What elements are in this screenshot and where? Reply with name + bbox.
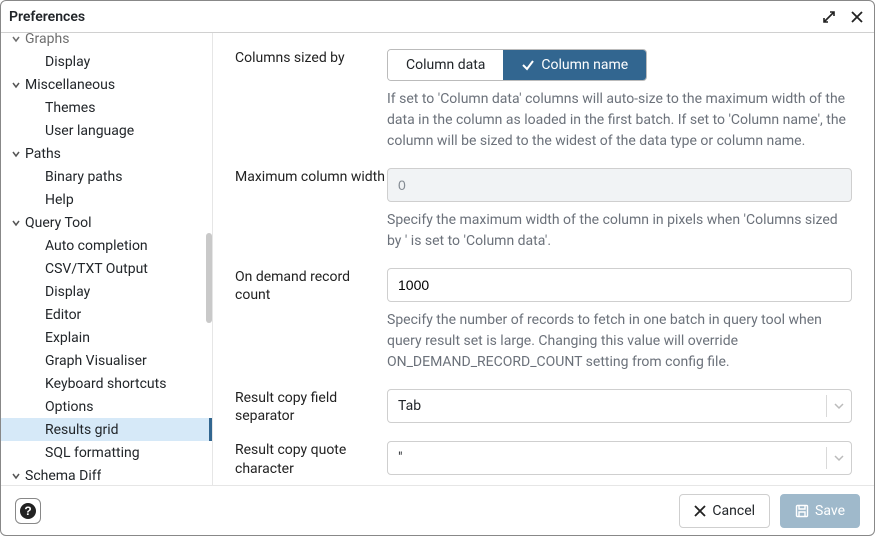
sidebar-item[interactable]: SQL formatting bbox=[1, 441, 212, 464]
sidebar-item-label: Editor bbox=[45, 307, 81, 323]
columns-sized-by-option-name[interactable]: Column name bbox=[503, 50, 646, 80]
sidebar-item[interactable]: CSV/TXT Output bbox=[1, 257, 212, 280]
preferences-form: Columns sized by Column data Column name… bbox=[213, 33, 874, 485]
on-demand-help: Specify the number of records to fetch i… bbox=[387, 310, 852, 373]
chevron-down-icon bbox=[9, 34, 23, 44]
sidebar-item-label: Binary paths bbox=[45, 169, 122, 185]
cancel-button[interactable]: Cancel bbox=[679, 494, 770, 528]
sidebar-item-label: SQL formatting bbox=[45, 445, 140, 461]
help-button[interactable]: ? bbox=[15, 498, 41, 524]
svg-text:?: ? bbox=[24, 504, 31, 518]
copy-quote-char-select[interactable]: " bbox=[387, 441, 852, 475]
sidebar-group[interactable]: Schema Diff bbox=[1, 464, 212, 485]
sidebar-item[interactable]: Graph Visualiser bbox=[1, 349, 212, 372]
sidebar-item[interactable]: Editor bbox=[1, 303, 212, 326]
columns-sized-by-help: If set to 'Column data' columns will aut… bbox=[387, 89, 852, 152]
sidebar-item-label: CSV/TXT Output bbox=[45, 261, 148, 277]
sidebar-item[interactable]: Help bbox=[1, 188, 212, 211]
save-button[interactable]: Save bbox=[780, 494, 860, 528]
sidebar-item[interactable]: Keyboard shortcuts bbox=[1, 372, 212, 395]
sidebar-group-label: Graphs bbox=[25, 33, 69, 47]
max-col-width-label: Maximum column width bbox=[235, 168, 387, 252]
chevron-down-icon bbox=[9, 149, 23, 159]
copy-sep-select[interactable]: Tab bbox=[387, 389, 852, 423]
sidebar-group-label: Paths bbox=[25, 146, 61, 162]
chevron-down-icon bbox=[833, 452, 845, 464]
sidebar-item-label: Options bbox=[45, 399, 93, 415]
sidebar-item[interactable]: Themes bbox=[1, 96, 212, 119]
sidebar-item-label: Display bbox=[45, 54, 90, 70]
sidebar-item[interactable]: Auto completion bbox=[1, 234, 212, 257]
columns-sized-by-label: Columns sized by bbox=[235, 49, 387, 152]
sidebar-item[interactable]: Results grid bbox=[1, 418, 212, 441]
check-icon bbox=[521, 58, 535, 72]
columns-sized-by-option-data[interactable]: Column data bbox=[388, 50, 503, 80]
sidebar-item-label: Keyboard shortcuts bbox=[45, 376, 166, 392]
chevron-down-icon bbox=[9, 471, 23, 481]
copy-sep-label: Result copy field separator bbox=[235, 389, 387, 425]
close-icon bbox=[694, 505, 706, 517]
sidebar-item-label: Explain bbox=[45, 330, 90, 346]
sidebar-group[interactable]: Miscellaneous bbox=[1, 73, 212, 96]
sidebar-group[interactable]: Query Tool bbox=[1, 211, 212, 234]
sidebar-item-label: Help bbox=[45, 192, 74, 208]
sidebar-item-label: Auto completion bbox=[45, 238, 148, 254]
dialog-title: Preferences bbox=[9, 9, 85, 25]
sidebar-item-label: Results grid bbox=[45, 422, 119, 438]
preferences-sidebar[interactable]: Graphs Display Miscellaneous Themes User lan… bbox=[1, 33, 213, 485]
sidebar-item-label: Themes bbox=[45, 100, 95, 116]
sidebar-group-label: Miscellaneous bbox=[25, 77, 115, 93]
on-demand-label: On demand record count bbox=[235, 268, 387, 373]
chevron-down-icon bbox=[9, 218, 23, 228]
expand-icon[interactable] bbox=[820, 8, 838, 26]
sidebar-item[interactable]: User language bbox=[1, 119, 212, 142]
chevron-down-icon bbox=[9, 80, 23, 90]
sidebar-item-label: Display bbox=[45, 284, 90, 300]
max-col-width-help: Specify the maximum width of the column … bbox=[387, 210, 852, 252]
sidebar-item[interactable]: Display bbox=[1, 280, 212, 303]
close-icon[interactable] bbox=[848, 8, 866, 26]
on-demand-input[interactable] bbox=[387, 268, 852, 302]
sidebar-item[interactable]: Options bbox=[1, 395, 212, 418]
sidebar-item[interactable]: Explain bbox=[1, 326, 212, 349]
sidebar-group-label: Schema Diff bbox=[25, 468, 101, 484]
sidebar-group[interactable]: Graphs bbox=[1, 33, 212, 50]
sidebar-item[interactable]: Binary paths bbox=[1, 165, 212, 188]
copy-quote-char-label: Result copy quote character bbox=[235, 441, 387, 477]
question-icon: ? bbox=[19, 502, 37, 520]
scrollbar-thumb[interactable] bbox=[206, 233, 212, 323]
sidebar-item-label: User language bbox=[45, 123, 134, 139]
sidebar-group[interactable]: Paths bbox=[1, 142, 212, 165]
sidebar-group-label: Query Tool bbox=[25, 215, 92, 231]
save-icon bbox=[795, 504, 809, 518]
sidebar-item-label: Graph Visualiser bbox=[45, 353, 147, 369]
chevron-down-icon bbox=[833, 400, 845, 412]
columns-sized-by-toggle[interactable]: Column data Column name bbox=[387, 49, 647, 81]
sidebar-item[interactable]: Display bbox=[1, 50, 212, 73]
max-col-width-input bbox=[387, 168, 852, 202]
